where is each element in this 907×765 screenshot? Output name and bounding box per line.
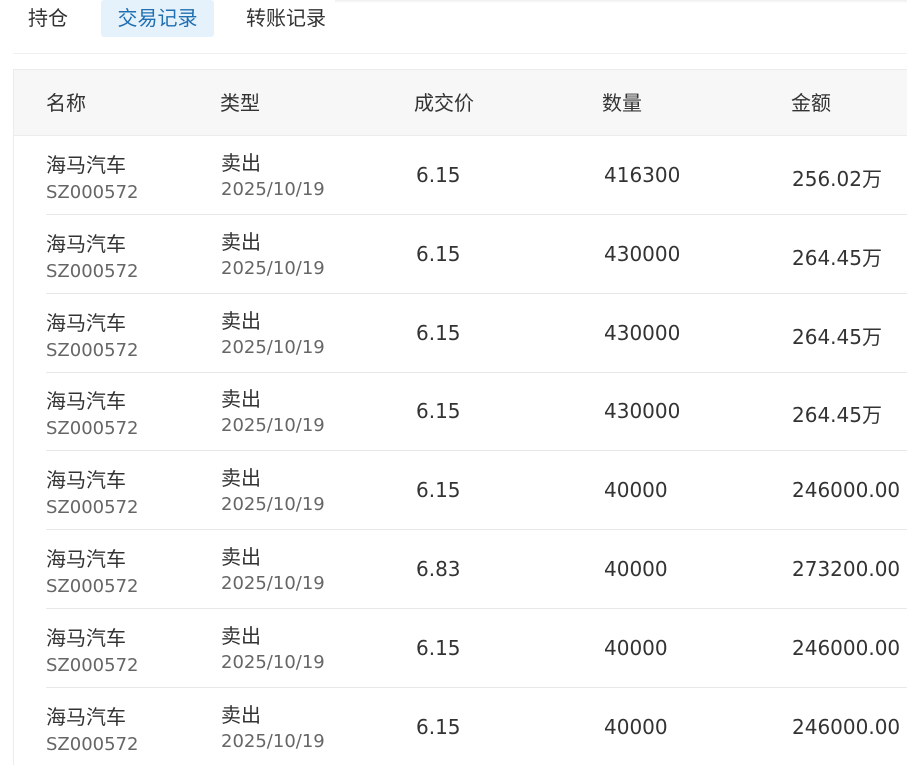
trade-date: 2025/10/19 bbox=[221, 336, 325, 358]
table-row[interactable]: 海马汽车 SZ000572 卖出 2025/10/19 6.83 40000 273200.… bbox=[14, 530, 907, 609]
table-row[interactable]: 海马汽车 SZ000572 卖出 2025/10/19 6.15 416300 256.02… bbox=[14, 136, 907, 215]
trade-amount: 256.02万 bbox=[792, 167, 882, 191]
stock-code: SZ000572 bbox=[46, 576, 139, 597]
trade-quantity: 40000 bbox=[604, 635, 668, 660]
stock-name: 海马汽车 bbox=[46, 468, 126, 493]
table-row[interactable]: 海马汽车 SZ000572 卖出 2025/10/19 6.15 430000 264.45… bbox=[14, 372, 907, 452]
trade-quantity: 40000 bbox=[604, 714, 668, 739]
trade-type: 卖出 bbox=[221, 702, 261, 727]
trade-type: 卖出 bbox=[221, 387, 261, 412]
trade-amount: 264.45万 bbox=[792, 403, 882, 428]
stock-name: 海马汽车 bbox=[46, 231, 126, 256]
trade-date: 2025/10/19 bbox=[221, 179, 325, 200]
trade-table: 名称 类型 成交价 数量 金额 海马汽车 SZ000572 卖出 2025/10/19… bbox=[13, 69, 907, 765]
trade-price: 6.15 bbox=[416, 399, 461, 424]
trade-quantity: 430000 bbox=[604, 399, 681, 424]
table-row[interactable]: 海马汽车 SZ000572 卖出 2025/10/19 6.15 40000 246000.… bbox=[14, 688, 907, 765]
stock-code: SZ000572 bbox=[46, 733, 139, 755]
table-row[interactable]: 海马汽车 SZ000572 卖出 2025/10/19 6.15 430000 264.45… bbox=[14, 294, 907, 373]
tab-holdings[interactable]: 持仓 bbox=[28, 0, 68, 37]
trade-amount: 273200.00 bbox=[792, 557, 901, 581]
stock-code: SZ000572 bbox=[46, 182, 139, 203]
trade-price: 6.15 bbox=[416, 241, 461, 266]
stock-name: 海马汽车 bbox=[46, 625, 126, 650]
stock-code: SZ000572 bbox=[46, 339, 139, 361]
column-header-name: 名称 bbox=[46, 91, 86, 115]
trade-date: 2025/10/19 bbox=[221, 494, 325, 516]
trade-type: 卖出 bbox=[221, 151, 261, 175]
table-row[interactable]: 海马汽车 SZ000572 卖出 2025/10/19 6.15 430000 264.45… bbox=[14, 215, 907, 294]
trade-amount: 246000.00 bbox=[792, 635, 901, 660]
stock-code: SZ000572 bbox=[46, 497, 139, 519]
stock-code: SZ000572 bbox=[46, 418, 139, 440]
trade-price: 6.15 bbox=[416, 478, 461, 503]
trade-amount: 246000.00 bbox=[792, 478, 901, 503]
column-header-type: 类型 bbox=[220, 91, 260, 115]
trade-price: 6.15 bbox=[416, 635, 461, 660]
trade-quantity: 416300 bbox=[604, 163, 681, 187]
tab-bar: 持仓 交易记录 转账记录 bbox=[0, 0, 907, 54]
trade-date: 2025/10/19 bbox=[221, 651, 325, 673]
stock-name: 海马汽车 bbox=[46, 310, 126, 335]
stock-name: 海马汽车 bbox=[46, 389, 126, 414]
trade-amount: 246000.00 bbox=[792, 714, 901, 739]
trade-quantity: 430000 bbox=[604, 320, 681, 345]
stock-name: 海马汽车 bbox=[46, 153, 126, 177]
column-header-quantity: 数量 bbox=[602, 91, 642, 115]
trade-price: 6.83 bbox=[416, 557, 461, 581]
stock-code: SZ000572 bbox=[46, 654, 139, 676]
tab-divider bbox=[13, 53, 907, 54]
trade-quantity: 40000 bbox=[604, 478, 668, 503]
trade-date: 2025/10/19 bbox=[221, 257, 325, 279]
tab-trade-records[interactable]: 交易记录 bbox=[101, 0, 214, 37]
trade-type: 卖出 bbox=[221, 545, 261, 569]
trade-type: 卖出 bbox=[221, 623, 261, 648]
trade-price: 6.15 bbox=[416, 714, 461, 739]
table-row[interactable]: 海马汽车 SZ000572 卖出 2025/10/19 6.15 40000 246000.… bbox=[14, 451, 907, 531]
column-header-price: 成交价 bbox=[414, 91, 474, 115]
trade-amount: 264.45万 bbox=[792, 324, 882, 349]
trade-quantity: 430000 bbox=[604, 241, 681, 266]
trade-quantity: 40000 bbox=[604, 557, 668, 581]
trade-price: 6.15 bbox=[416, 163, 461, 187]
trade-type: 卖出 bbox=[221, 466, 261, 491]
table-row[interactable]: 海马汽车 SZ000572 卖出 2025/10/19 6.15 40000 246000.… bbox=[14, 609, 907, 688]
trade-records-page: 持仓 交易记录 转账记录 名称 类型 成交价 数量 金额 海马汽车 SZ00057… bbox=[0, 0, 907, 765]
stock-name: 海马汽车 bbox=[46, 704, 126, 729]
trade-date: 2025/10/19 bbox=[221, 573, 325, 594]
stock-name: 海马汽车 bbox=[46, 547, 126, 571]
trade-type: 卖出 bbox=[221, 229, 261, 254]
tab-transfer-records[interactable]: 转账记录 bbox=[246, 0, 326, 37]
stock-code: SZ000572 bbox=[46, 260, 139, 282]
tab-bar-shadow bbox=[335, 0, 907, 3]
column-header-amount: 金额 bbox=[791, 91, 831, 115]
trade-price: 6.15 bbox=[416, 320, 461, 345]
table-header: 名称 类型 成交价 数量 金额 bbox=[14, 69, 907, 136]
trade-date: 2025/10/19 bbox=[221, 415, 325, 437]
trade-date: 2025/10/19 bbox=[221, 730, 325, 752]
trade-type: 卖出 bbox=[221, 308, 261, 333]
trade-amount: 264.45万 bbox=[792, 245, 882, 270]
